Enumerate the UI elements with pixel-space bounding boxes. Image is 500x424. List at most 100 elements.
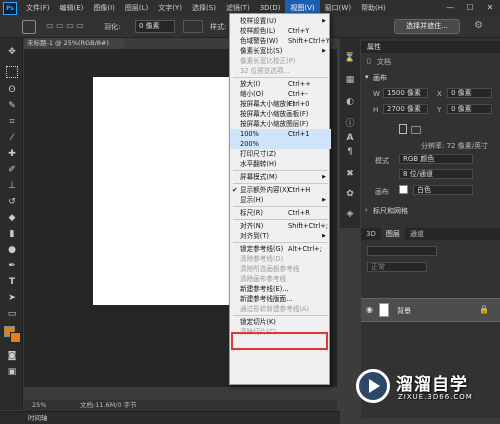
move-tool-icon[interactable]: ✥: [6, 46, 18, 58]
view-menu-item[interactable]: 显示(H) ▶: [230, 195, 331, 205]
marquee-tool-icon[interactable]: [6, 66, 18, 78]
menu-separator: [233, 315, 328, 316]
pen-tool-icon[interactable]: ✒: [6, 260, 18, 272]
quick-mask-icon[interactable]: ◙: [6, 350, 18, 362]
brushes-icon[interactable]: ✿: [344, 188, 356, 200]
menu-3[interactable]: 图层(L): [120, 0, 153, 16]
menu-10[interactable]: 帮助(H): [356, 0, 391, 16]
swatches-icon[interactable]: ▦: [344, 74, 356, 86]
menu-item-label: 按屏幕大小缩放图层(F): [240, 120, 309, 128]
visibility-eye-icon[interactable]: ◉: [366, 305, 373, 314]
mode-select[interactable]: RGB 颜色: [399, 154, 473, 164]
depth-select[interactable]: 8 位/通道: [399, 169, 473, 179]
background-select[interactable]: 白色: [413, 185, 473, 195]
menu-item-label: 像素长宽比(S): [240, 47, 283, 55]
healing-brush-icon[interactable]: ✚: [6, 148, 18, 160]
paths-icon[interactable]: ◈: [344, 208, 356, 220]
info-icon[interactable]: ⓘ: [344, 118, 356, 130]
view-menu-item[interactable]: 200%: [230, 139, 331, 149]
height-input[interactable]: 2700 像素: [383, 104, 428, 114]
eyedropper-icon[interactable]: ⁄: [6, 132, 18, 144]
gear-icon[interactable]: ⚙: [474, 20, 483, 31]
stamp-tool-icon[interactable]: ⊥: [6, 180, 18, 192]
view-menu-item[interactable]: 水平翻转(H): [230, 159, 331, 169]
canvas-section-arrow-icon[interactable]: ▾: [365, 73, 369, 81]
quick-select-icon[interactable]: ✎: [6, 100, 18, 112]
layer-row[interactable]: ◉ 背景 🔒: [361, 298, 500, 322]
view-menu-item[interactable]: 标尺(R) Ctrl+R: [230, 208, 331, 218]
timeline-panel-tab[interactable]: 时间轴: [0, 411, 340, 424]
view-menu-item[interactable]: 100% Ctrl+1: [230, 129, 331, 139]
screen-mode-icon[interactable]: ▣: [6, 366, 18, 378]
background-label: 画布: [375, 188, 389, 196]
view-menu-item[interactable]: 按屏幕大小缩放画板(F): [230, 109, 331, 119]
tab-layers[interactable]: 图层: [380, 228, 405, 240]
character-icon[interactable]: A: [344, 132, 356, 144]
view-menu-item[interactable]: 缩小(O) Ctrl+-: [230, 89, 331, 99]
view-menu-item[interactable]: 校样颜色(L) Ctrl+Y: [230, 26, 331, 36]
x-input[interactable]: 0 像素: [447, 88, 492, 98]
select-and-mask-button[interactable]: 选择并遮住...: [394, 19, 460, 34]
submenu-arrow-icon: ▶: [322, 18, 326, 24]
view-menu-item[interactable]: 新建参考线版面...: [230, 294, 331, 304]
dodge-icon[interactable]: ●: [6, 244, 18, 256]
menu-4[interactable]: 文字(Y): [153, 0, 187, 16]
antialias-checkbox[interactable]: [183, 20, 203, 33]
orientation-landscape-icon[interactable]: [411, 126, 421, 134]
shape-tool-icon[interactable]: ▭: [6, 308, 18, 320]
view-menu-item[interactable]: 按屏幕大小缩放图层(F): [230, 119, 331, 129]
view-menu-item[interactable]: 色域警告(W) Shift+Ctrl+Y: [230, 36, 331, 46]
eraser-icon[interactable]: ◆: [6, 212, 18, 224]
tab-channels[interactable]: 通道: [405, 228, 429, 240]
background-color-swatch[interactable]: [10, 332, 21, 343]
layers-tabs: 3D 图层 通道: [361, 228, 500, 240]
orientation-portrait-icon[interactable]: [399, 124, 407, 134]
view-menu-item[interactable]: 锁定参考线(G) Alt+Ctrl+;: [230, 244, 331, 254]
history-icon[interactable]: ⌛: [344, 52, 356, 64]
layer-filter-select[interactable]: [367, 246, 437, 256]
feather-input[interactable]: 0 像素: [135, 20, 175, 33]
adjustments-icon[interactable]: ◐: [344, 96, 356, 108]
view-menu-item[interactable]: 打印尺寸(Z): [230, 149, 331, 159]
background-color-swatch[interactable]: [399, 185, 408, 194]
view-menu-item[interactable]: 按屏幕大小缩放(F) Ctrl+0: [230, 99, 331, 109]
paragraph-icon[interactable]: ¶: [344, 146, 356, 158]
menu-2[interactable]: 图像(I): [88, 0, 120, 16]
blend-mode-select[interactable]: 正常: [367, 262, 427, 272]
y-input[interactable]: 0 像素: [447, 104, 492, 114]
width-input[interactable]: 1500 像素: [383, 88, 428, 98]
view-menu-item[interactable]: 屏幕模式(M) ▶: [230, 172, 331, 182]
view-menu-item[interactable]: 对齐到(T) ▶: [230, 231, 331, 241]
maximize-icon[interactable]: ☐: [460, 0, 480, 16]
view-menu-item[interactable]: 放大(I) Ctrl++: [230, 79, 331, 89]
view-menu-item[interactable]: 对齐(N) Shift+Ctrl+;: [230, 221, 331, 231]
close-icon[interactable]: ✕: [480, 0, 500, 16]
menu-0[interactable]: 文件(F): [21, 0, 55, 16]
zoom-level[interactable]: 25%: [32, 400, 46, 411]
menu-item-shortcut: Shift+Ctrl+;: [288, 222, 328, 230]
lasso-tool-icon[interactable]: ʘ: [6, 84, 18, 96]
marquee-tool-preset-icon[interactable]: [22, 20, 36, 34]
history-brush-icon[interactable]: ↺: [6, 196, 18, 208]
view-menu-item[interactable]: ✔ 显示额外内容(X) Ctrl+H: [230, 185, 331, 195]
tab-3d[interactable]: 3D: [361, 228, 381, 240]
menu-1[interactable]: 编辑(E): [55, 0, 89, 16]
type-tool-icon[interactable]: T: [6, 276, 18, 288]
tools-preset-icon[interactable]: ✖: [344, 168, 356, 180]
brush-tool-icon[interactable]: ✐: [6, 164, 18, 176]
gradient-icon[interactable]: ▮: [6, 228, 18, 240]
rulers-section-arrow-icon[interactable]: ›: [365, 206, 368, 214]
view-menu-item[interactable]: 像素长宽比(S) ▶: [230, 46, 331, 56]
menu-item-shortcut: Ctrl+H: [288, 186, 311, 194]
view-menu-item[interactable]: 校样设置(U) ▶: [230, 16, 331, 26]
crop-tool-icon[interactable]: ⌗: [6, 116, 18, 128]
view-menu-item[interactable]: 锁定切片(K): [230, 317, 331, 327]
view-menu-item[interactable]: 新建参考线(E)...: [230, 284, 331, 294]
menu-5[interactable]: 选择(S): [187, 0, 221, 16]
minimize-icon[interactable]: —: [440, 0, 460, 16]
path-select-icon[interactable]: ➤: [6, 292, 18, 304]
submenu-arrow-icon: ▶: [322, 197, 326, 203]
selection-mode-icons[interactable]: ▭ ▭ ▭ ▭: [46, 21, 84, 30]
document-tab[interactable]: 未标题-1 @ 25%(RGB/8#): [24, 38, 124, 49]
menu-item-label: 锁定切片(K): [240, 318, 276, 326]
